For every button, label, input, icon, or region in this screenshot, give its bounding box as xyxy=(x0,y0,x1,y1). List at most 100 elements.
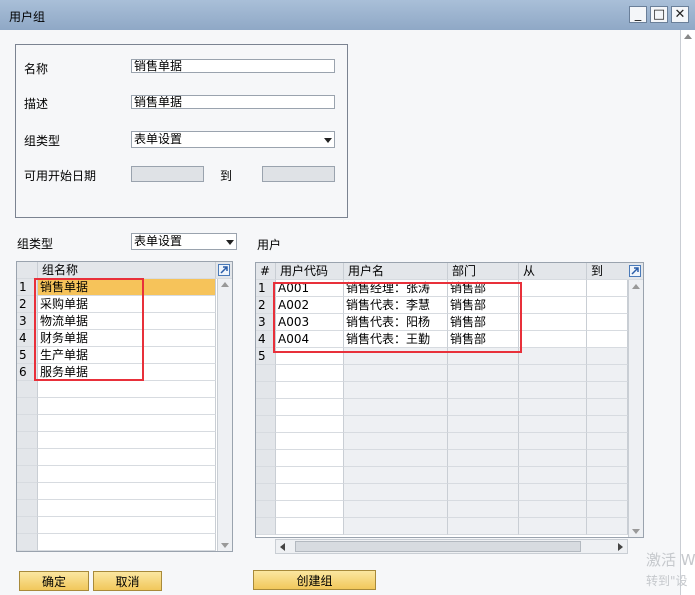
user-dept-cell[interactable] xyxy=(448,365,519,382)
user-from-cell[interactable] xyxy=(519,416,587,433)
scroll-down-icon[interactable] xyxy=(632,529,640,534)
user-name-cell[interactable] xyxy=(344,416,448,433)
user-dept-cell[interactable] xyxy=(448,382,519,399)
user-to-cell[interactable] xyxy=(587,331,628,348)
user-code-cell[interactable] xyxy=(276,416,344,433)
scroll-up-icon[interactable] xyxy=(684,34,692,39)
group-name-cell[interactable] xyxy=(38,381,216,398)
user-to-cell[interactable] xyxy=(587,314,628,331)
user-dept-cell[interactable] xyxy=(448,518,519,535)
maximize-button[interactable]: □ xyxy=(650,6,668,23)
cancel-button[interactable]: 取消 xyxy=(93,571,162,591)
user-name-cell[interactable] xyxy=(344,484,448,501)
user-from-cell[interactable] xyxy=(519,382,587,399)
scroll-thumb[interactable] xyxy=(295,541,581,552)
user-to-cell[interactable] xyxy=(587,484,628,501)
column-header-from[interactable]: 从 xyxy=(519,263,587,280)
user-from-cell[interactable] xyxy=(519,297,587,314)
user-from-cell[interactable] xyxy=(519,484,587,501)
column-header-to[interactable]: 到 xyxy=(587,263,628,280)
user-from-cell[interactable] xyxy=(519,280,587,297)
end-date-field[interactable] xyxy=(262,166,335,182)
user-to-cell[interactable] xyxy=(587,433,628,450)
group-name-cell[interactable] xyxy=(38,466,216,483)
column-header-group-name[interactable]: 组名称 xyxy=(38,262,216,279)
user-name-cell[interactable] xyxy=(344,382,448,399)
user-dept-cell[interactable] xyxy=(448,501,519,518)
left-table-scrollbar[interactable] xyxy=(217,279,232,551)
user-dept-cell[interactable] xyxy=(448,399,519,416)
group-name-cell[interactable] xyxy=(38,415,216,432)
column-header-department[interactable]: 部门 xyxy=(448,263,519,280)
user-code-cell[interactable] xyxy=(276,518,344,535)
user-code-cell[interactable] xyxy=(276,450,344,467)
group-name-cell[interactable] xyxy=(38,534,216,551)
column-header-user-name[interactable]: 用户名 xyxy=(344,263,448,280)
user-from-cell[interactable] xyxy=(519,365,587,382)
description-field[interactable]: 销售单据 xyxy=(131,95,335,109)
user-to-cell[interactable] xyxy=(587,365,628,382)
scroll-up-icon[interactable] xyxy=(632,284,640,289)
group-name-cell[interactable] xyxy=(38,500,216,517)
user-code-cell[interactable] xyxy=(276,501,344,518)
user-name-cell[interactable] xyxy=(344,450,448,467)
users-table-horizontal-scrollbar-track[interactable] xyxy=(275,539,628,554)
group-name-cell[interactable] xyxy=(38,517,216,534)
user-to-cell[interactable] xyxy=(587,518,628,535)
group-type-dropdown[interactable]: 表单设置 xyxy=(131,131,335,148)
user-code-cell[interactable] xyxy=(276,399,344,416)
user-dept-cell[interactable] xyxy=(448,433,519,450)
user-name-cell[interactable] xyxy=(344,399,448,416)
ok-button[interactable]: 确定 xyxy=(19,571,89,591)
name-field[interactable]: 销售单据 xyxy=(131,59,335,73)
user-name-cell[interactable] xyxy=(344,433,448,450)
column-header-user-code[interactable]: 用户代码 xyxy=(276,263,344,280)
user-to-cell[interactable] xyxy=(587,501,628,518)
user-from-cell[interactable] xyxy=(519,348,587,365)
minimize-button[interactable]: _ xyxy=(629,6,647,23)
left-group-type-dropdown[interactable]: 表单设置 xyxy=(131,233,237,250)
user-from-cell[interactable] xyxy=(519,331,587,348)
user-from-cell[interactable] xyxy=(519,399,587,416)
user-from-cell[interactable] xyxy=(519,467,587,484)
user-dept-cell[interactable] xyxy=(448,416,519,433)
user-name-cell[interactable] xyxy=(344,501,448,518)
row-number-header[interactable]: # xyxy=(256,263,276,280)
user-code-cell[interactable] xyxy=(276,365,344,382)
expand-icon[interactable] xyxy=(627,263,643,280)
user-dept-cell[interactable] xyxy=(448,484,519,501)
scroll-down-icon[interactable] xyxy=(221,543,229,548)
user-from-cell[interactable] xyxy=(519,433,587,450)
create-group-button[interactable]: 创建组 xyxy=(253,570,376,590)
close-button[interactable]: ✕ xyxy=(671,6,689,23)
user-to-cell[interactable] xyxy=(587,416,628,433)
scroll-up-icon[interactable] xyxy=(221,282,229,287)
user-from-cell[interactable] xyxy=(519,450,587,467)
user-name-cell[interactable] xyxy=(344,518,448,535)
user-from-cell[interactable] xyxy=(519,518,587,535)
user-dept-cell[interactable] xyxy=(448,467,519,484)
user-to-cell[interactable] xyxy=(587,348,628,365)
user-to-cell[interactable] xyxy=(587,450,628,467)
user-code-cell[interactable] xyxy=(276,467,344,484)
scroll-right-icon[interactable] xyxy=(618,543,623,551)
user-to-cell[interactable] xyxy=(587,467,628,484)
user-code-cell[interactable] xyxy=(276,433,344,450)
user-from-cell[interactable] xyxy=(519,501,587,518)
user-to-cell[interactable] xyxy=(587,382,628,399)
user-name-cell[interactable] xyxy=(344,365,448,382)
user-code-cell[interactable] xyxy=(276,484,344,501)
user-to-cell[interactable] xyxy=(587,280,628,297)
user-from-cell[interactable] xyxy=(519,314,587,331)
user-name-cell[interactable] xyxy=(344,467,448,484)
group-name-cell[interactable] xyxy=(38,432,216,449)
user-to-cell[interactable] xyxy=(587,399,628,416)
scroll-left-icon[interactable] xyxy=(280,543,285,551)
group-name-cell[interactable] xyxy=(38,449,216,466)
user-dept-cell[interactable] xyxy=(448,450,519,467)
user-to-cell[interactable] xyxy=(587,297,628,314)
expand-icon[interactable] xyxy=(216,262,232,279)
window-vertical-scrollbar[interactable] xyxy=(680,30,695,595)
group-name-cell[interactable] xyxy=(38,398,216,415)
users-table-vertical-scrollbar[interactable] xyxy=(628,280,643,537)
